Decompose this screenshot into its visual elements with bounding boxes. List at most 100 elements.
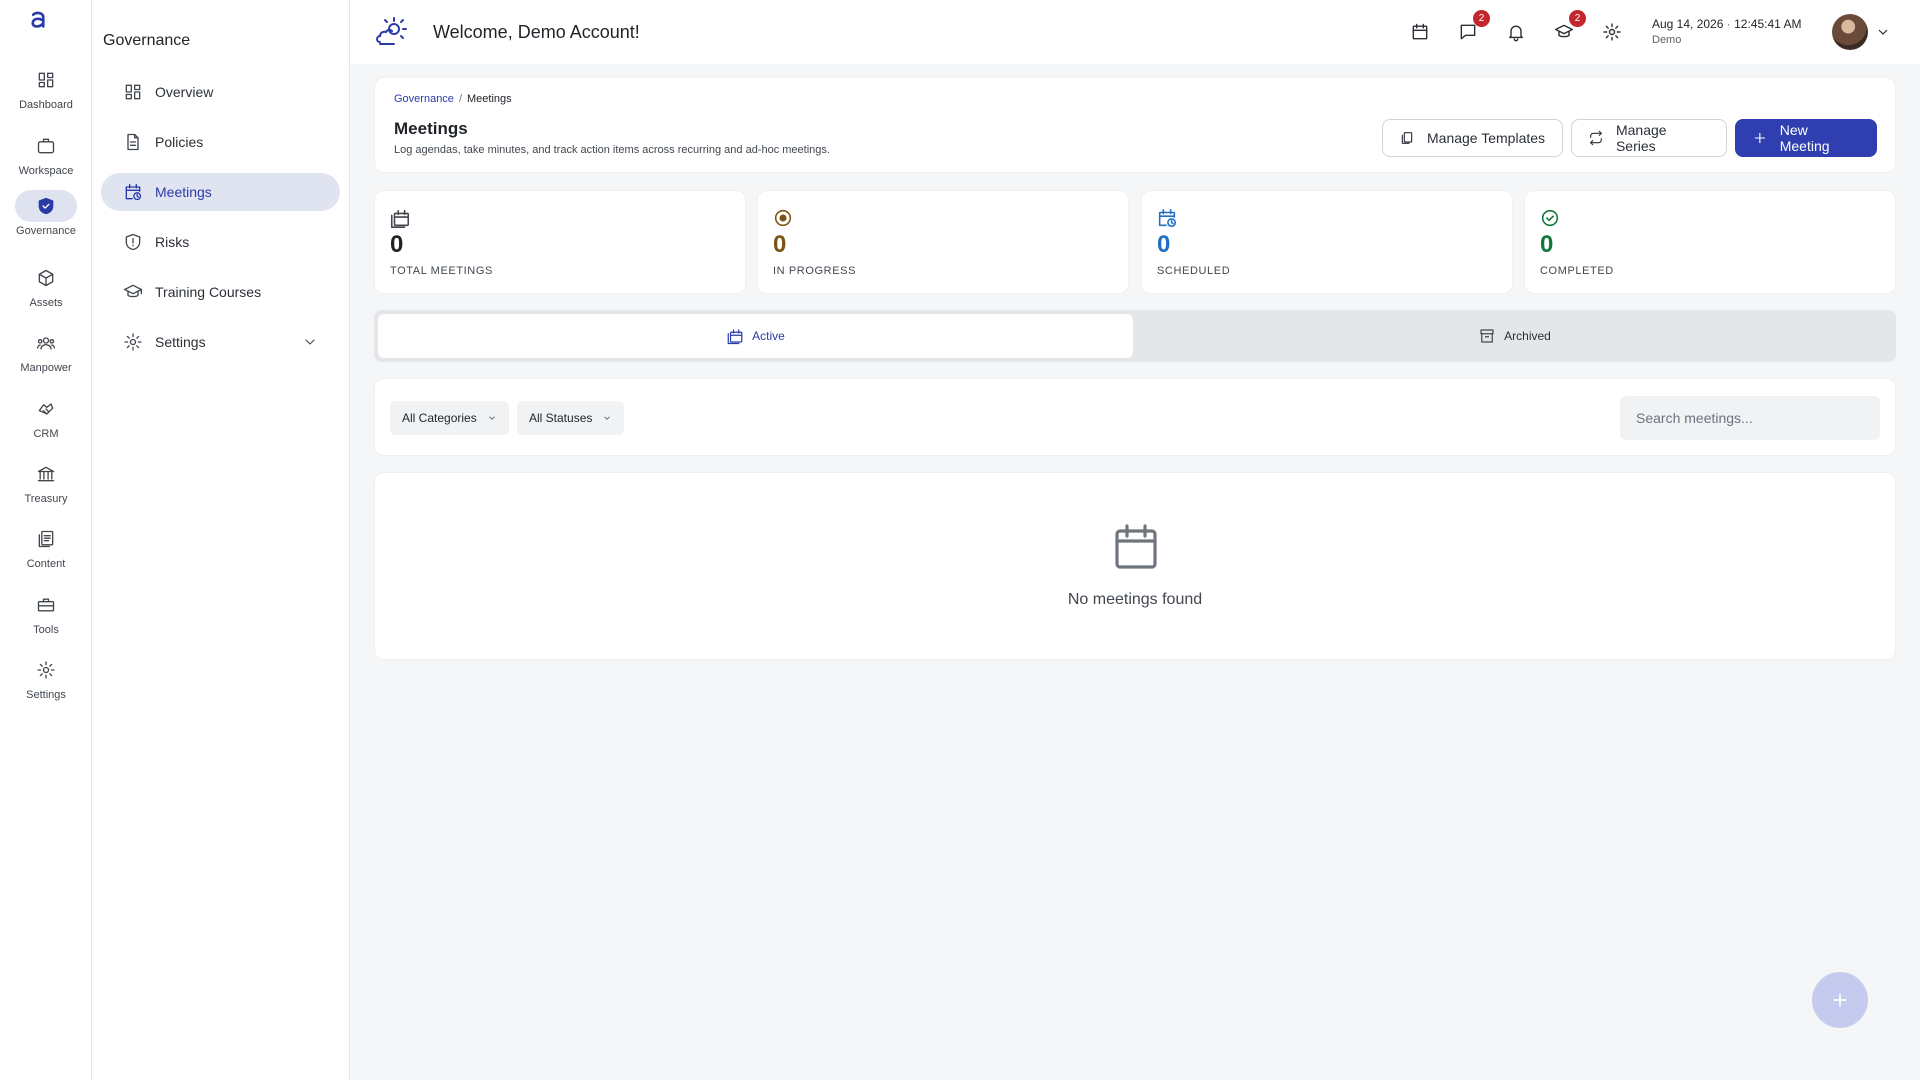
app-rail: Dashboard Workspace Governance Assets Ma… (0, 0, 92, 1080)
rail-item-treasury[interactable]: Treasury (0, 458, 92, 518)
document-icon (127, 133, 139, 151)
welcome-message: Welcome, Demo Account! (433, 22, 640, 42)
nav-label: Meetings (155, 184, 212, 200)
nav-label: Policies (155, 134, 204, 150)
manage-templates-button[interactable]: Manage Templates (1382, 119, 1563, 157)
stat-value: 0 (390, 231, 404, 258)
target-icon (772, 207, 794, 229)
rail-label: Settings (26, 689, 66, 701)
nav-item-meetings[interactable]: Meetings (101, 173, 340, 211)
user-role: Demo (1652, 34, 1682, 46)
empty-state: No meetings found (374, 472, 1896, 660)
repeat-icon (1590, 130, 1602, 146)
tab-archived[interactable]: Archived (1137, 314, 1892, 358)
chevron-down-icon (604, 416, 611, 420)
graduation-cap-icon (1554, 24, 1574, 38)
manage-series-button[interactable]: Manage Series (1571, 119, 1727, 157)
gear-icon (15, 654, 77, 686)
nav-item-risks[interactable]: Risks (101, 223, 340, 261)
stat-in-progress: 0 IN PROGRESS (757, 190, 1129, 294)
rail-label: Manpower (20, 362, 72, 374)
page-title: Meetings (394, 119, 468, 138)
stat-total-meetings: 0 TOTAL MEETINGS (374, 190, 746, 294)
rail-label: CRM (33, 428, 59, 440)
status-select[interactable]: All Statuses (517, 401, 625, 435)
nav-item-overview[interactable]: Overview (101, 73, 340, 111)
rail-item-tools[interactable]: Tools (0, 589, 92, 649)
search-input[interactable] (1620, 396, 1880, 440)
floating-add-button[interactable] (1812, 972, 1868, 1028)
new-meeting-label: New Meeting (1779, 122, 1830, 154)
nav-item-policies[interactable]: Policies (101, 123, 340, 161)
date-time: Aug 14, 2026 · 12:45:41 AM (1652, 17, 1801, 31)
rail-label: Treasury (24, 493, 68, 505)
calendar-icon (1110, 521, 1162, 573)
section-nav: Governance Overview Policies Meetings Ri… (92, 0, 350, 1080)
shield-icon (15, 190, 77, 222)
nav-label: Training Courses (155, 284, 262, 300)
shield-alert-icon (125, 233, 141, 251)
rail-label: Workspace (18, 165, 74, 177)
gear-icon (1603, 23, 1621, 41)
breadcrumb: Governance / Meetings (394, 93, 512, 105)
rail-item-workspace[interactable]: Workspace (0, 130, 92, 190)
stat-label: SCHEDULED (1157, 265, 1231, 277)
breadcrumb-current: Meetings (467, 93, 512, 105)
rail-item-settings[interactable]: Settings (0, 654, 92, 714)
chevron-down-icon (488, 416, 495, 420)
manage-templates-label: Manage Templates (1427, 130, 1546, 146)
messages-button[interactable]: 2 (1456, 10, 1490, 44)
calendar-button[interactable] (1408, 20, 1432, 44)
current-time: 12:45:41 AM (1734, 17, 1802, 31)
documents-icon (15, 523, 77, 555)
app-logo[interactable] (28, 10, 64, 48)
stat-completed: 0 COMPLETED (1524, 190, 1896, 294)
manage-series-label: Manage Series (1615, 122, 1667, 154)
breadcrumb-separator: / (458, 93, 462, 105)
rail-item-dashboard[interactable]: Dashboard (0, 64, 92, 124)
sun-cloud-logo-icon (375, 16, 408, 48)
nav-item-settings[interactable]: Settings (101, 323, 340, 361)
rail-item-manpower[interactable]: Manpower (0, 327, 92, 387)
graduation-cap-icon (124, 284, 142, 298)
section-title: Governance (103, 32, 191, 49)
tab-active[interactable]: Active (378, 314, 1133, 358)
nav-label: Risks (155, 234, 190, 250)
rail-item-assets[interactable]: Assets (0, 262, 92, 322)
gear-icon (124, 333, 142, 351)
calendar-stack-icon (727, 329, 743, 345)
handshake-icon (15, 393, 77, 425)
category-select[interactable]: All Categories (390, 401, 509, 435)
new-meeting-button[interactable]: New Meeting (1735, 119, 1877, 157)
rail-item-governance[interactable]: Governance (0, 190, 92, 250)
chat-icon (1460, 24, 1476, 40)
meeting-tabs: Active Archived (374, 310, 1896, 362)
top-bar: Welcome, Demo Account! 2 2 Aug 14, 2026 … (350, 0, 1920, 64)
bank-icon (15, 458, 77, 490)
stat-scheduled: 0 SCHEDULED (1141, 190, 1513, 294)
cube-icon (15, 262, 77, 294)
briefcase-icon (15, 130, 77, 162)
training-button[interactable]: 2 (1552, 10, 1586, 44)
people-icon (15, 327, 77, 359)
stat-label: COMPLETED (1540, 265, 1614, 277)
chevron-down-icon[interactable] (1875, 24, 1891, 45)
page-subtitle: Log agendas, take minutes, and track act… (394, 144, 830, 156)
notifications-button[interactable] (1504, 20, 1528, 44)
avatar[interactable] (1832, 14, 1868, 50)
category-select-value: All Categories (402, 411, 477, 425)
rail-label: Governance (16, 225, 76, 237)
breadcrumb-governance[interactable]: Governance (394, 93, 454, 105)
rail-label: Dashboard (19, 99, 73, 111)
calendar-clock-icon (125, 183, 142, 201)
settings-button[interactable] (1600, 20, 1624, 44)
empty-message: No meetings found (1067, 591, 1203, 608)
rail-item-crm[interactable]: CRM (0, 393, 92, 453)
chevron-down-icon[interactable] (302, 334, 318, 355)
date-separator: · (1726, 17, 1731, 31)
rail-label: Tools (33, 624, 59, 636)
rail-item-content[interactable]: Content (0, 523, 92, 583)
rail-label: Assets (29, 297, 63, 309)
nav-item-training-courses[interactable]: Training Courses (101, 273, 340, 311)
filter-bar: All Categories All Statuses (374, 378, 1896, 456)
